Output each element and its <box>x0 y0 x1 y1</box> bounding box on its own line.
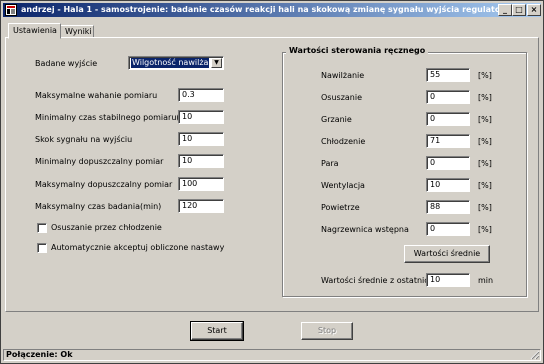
manual-label-steam: Para <box>321 159 339 168</box>
average-values-label: Wartości średnie z ostatnich <box>321 276 434 285</box>
unit-label: [%] <box>478 225 492 234</box>
output-label: Badane wyjście <box>35 59 98 68</box>
manual-control-title: Wartości sterowania ręcznego <box>286 46 429 55</box>
unit-label: [%] <box>478 137 492 146</box>
close-button[interactable]: × <box>527 4 541 16</box>
dehumidify-input[interactable]: 0 <box>426 90 470 104</box>
unit-label: [%] <box>478 93 492 102</box>
manual-label-dehumidify: Osuszanie <box>321 93 363 102</box>
unit-label: [%] <box>478 159 492 168</box>
field-label-max-test-time: Maksymalny czas badania(min) <box>35 202 162 211</box>
manual-label-ventilation: Wentylacja <box>321 181 365 190</box>
field-label-max-fluctuation: Maksymalne wahanie pomiaru <box>35 91 158 100</box>
average-values-button[interactable]: Wartości średnie <box>404 245 490 263</box>
air-input[interactable]: 88 <box>426 200 470 214</box>
manual-label-air: Powietrze <box>321 203 360 212</box>
dehumidify-by-cooling-label: Osuszanie przez chłodzenie <box>51 223 162 232</box>
auto-accept-checkbox[interactable] <box>37 243 47 253</box>
stop-button[interactable]: Stop <box>301 322 353 340</box>
title-bar[interactable]: andrzej - Hala 1 - samostrojenie: badani… <box>3 3 541 17</box>
app-icon <box>5 4 17 16</box>
app-window: andrzej - Hala 1 - samostrojenie: badani… <box>0 0 544 364</box>
signal-step-input[interactable]: 10 <box>178 132 224 146</box>
resize-grip-icon[interactable] <box>530 350 540 360</box>
tab-ustawienia[interactable]: Ustawienia <box>8 23 61 39</box>
window-title: andrzej - Hala 1 - samostrojenie: badani… <box>21 5 510 14</box>
heating-input[interactable]: 0 <box>426 112 470 126</box>
field-label-min-stable-time: Minimalny czas stabilnego pomiaru(min) <box>35 113 198 122</box>
unit-label: [%] <box>478 71 492 80</box>
max-fluctuation-input[interactable]: 0.3 <box>178 88 224 102</box>
manual-label-preheater: Nagrzewnica wstępna <box>321 225 409 234</box>
max-test-time-input[interactable]: 120 <box>178 199 224 213</box>
ventilation-input[interactable]: 10 <box>426 178 470 192</box>
cooling-input[interactable]: 71 <box>426 134 470 148</box>
connection-status: Połączenie: Ok <box>6 350 73 359</box>
chevron-down-icon[interactable]: ▼ <box>211 58 222 68</box>
maximize-button[interactable]: □ <box>512 4 526 16</box>
auto-accept-label: Automatycznie akceptuj obliczone nastawy <box>51 243 225 252</box>
output-select-value: Wilgotność nawilżanie <box>131 58 209 68</box>
manual-label-heating: Grzanie <box>321 115 352 124</box>
steam-input[interactable]: 0 <box>426 156 470 170</box>
field-label-max-measurement: Maksymalny dopuszczalny pomiar <box>35 180 173 189</box>
manual-label-cooling: Chłodzenie <box>321 137 366 146</box>
unit-label: [%] <box>478 181 492 190</box>
field-label-signal-step: Skok sygnału na wyjściu <box>35 135 133 144</box>
field-label-min-measurement: Minimalny dopuszczalny pomiar <box>35 157 164 166</box>
average-minutes-unit: min <box>478 276 494 285</box>
minimize-button[interactable]: _ <box>498 4 512 16</box>
humidify-input[interactable]: 55 <box>426 68 470 82</box>
unit-label: [%] <box>478 115 492 124</box>
unit-label: [%] <box>478 203 492 212</box>
min-measurement-input[interactable]: 10 <box>178 154 224 168</box>
start-button[interactable]: Start <box>190 321 244 341</box>
preheater-input[interactable]: 0 <box>426 222 470 236</box>
manual-label-humidify: Nawilżanie <box>321 71 365 80</box>
max-measurement-input[interactable]: 100 <box>178 177 224 191</box>
dehumidify-by-cooling-checkbox[interactable] <box>37 223 47 233</box>
average-minutes-input[interactable]: 10 <box>426 273 470 287</box>
output-select[interactable]: Wilgotność nawilżanie ▼ <box>128 56 224 70</box>
status-bar: Połączenie: Ok <box>3 349 541 361</box>
min-stable-time-input[interactable]: 10 <box>178 110 224 124</box>
